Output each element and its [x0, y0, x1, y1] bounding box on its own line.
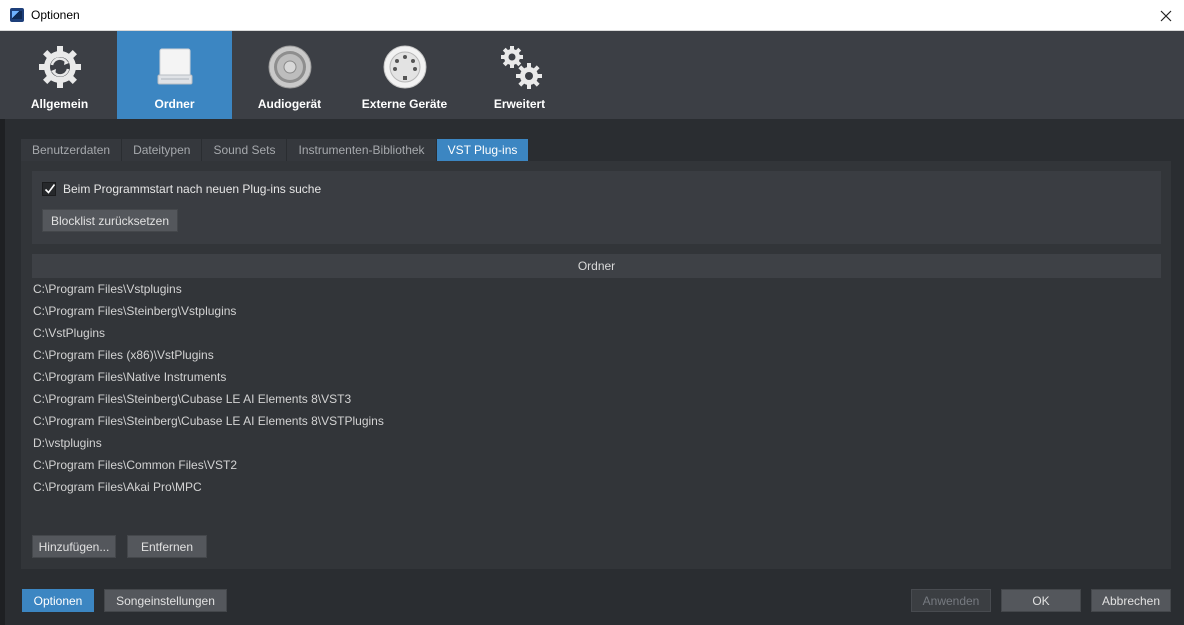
category-toolbar: Allgemein Ordner Audiogerät Externe Gerä… — [0, 31, 1184, 119]
folder-list-item[interactable]: C:\Program Files\Steinberg\Vstplugins — [33, 300, 1161, 322]
toolbar-item-externe-geraete[interactable]: Externe Geräte — [347, 31, 462, 119]
checkmark-icon — [44, 184, 56, 194]
add-folder-button[interactable]: Hinzufügen... — [32, 535, 116, 558]
toolbar-label: Allgemein — [30, 97, 89, 111]
left-edge-strip — [0, 119, 5, 625]
folder-list: C:\Program Files\Vstplugins C:\Program F… — [33, 278, 1161, 498]
scan-settings-box: Beim Programmstart nach neuen Plug-ins s… — [32, 171, 1161, 244]
folder-list-item[interactable]: C:\Program Files\Steinberg\Cubase LE AI … — [33, 388, 1161, 410]
toolbar-item-ordner[interactable]: Ordner — [117, 31, 232, 119]
tab-sound-sets[interactable]: Sound Sets — [202, 139, 288, 161]
remove-folder-button[interactable]: Entfernen — [127, 535, 207, 558]
scan-on-startup-option[interactable]: Beim Programmstart nach neuen Plug-ins s… — [42, 182, 321, 196]
apply-button[interactable]: Anwenden — [911, 589, 991, 612]
folder-tabs: Benutzerdaten Dateitypen Sound Sets Inst… — [21, 139, 530, 161]
folder-list-item[interactable]: C:\Program Files (x86)\VstPlugins — [33, 344, 1161, 366]
close-icon — [1160, 10, 1172, 21]
folder-list-item[interactable]: D:\vstplugins — [33, 432, 1161, 454]
options-button[interactable]: Optionen — [22, 589, 94, 612]
scan-on-startup-checkbox[interactable] — [42, 182, 56, 196]
folder-list-item[interactable]: C:\VstPlugins — [33, 322, 1161, 344]
tab-benutzerdaten[interactable]: Benutzerdaten — [21, 139, 123, 161]
toolbar-label: Externe Geräte — [361, 97, 448, 111]
toolbar-item-audiogeraet[interactable]: Audiogerät — [232, 31, 347, 119]
window-title: Optionen — [31, 8, 80, 22]
tab-instrumenten-bibliothek[interactable]: Instrumenten-Bibliothek — [287, 139, 437, 161]
toolbar-item-erweitert[interactable]: Erweitert — [462, 31, 577, 119]
folder-drive-icon — [157, 48, 192, 85]
ok-button[interactable]: OK — [1001, 589, 1081, 612]
folder-list-header[interactable]: Ordner — [32, 254, 1161, 278]
scan-on-startup-label: Beim Programmstart nach neuen Plug-ins s… — [63, 182, 322, 196]
toolbar-label: Audiogerät — [257, 97, 322, 111]
folder-list-item[interactable]: C:\Program Files\Vstplugins — [33, 278, 1161, 300]
gear-refresh-icon — [38, 46, 81, 88]
song-settings-button[interactable]: Songeinstellungen — [104, 589, 227, 612]
close-button[interactable] — [1148, 0, 1184, 31]
app-logo-icon — [10, 8, 24, 22]
gears-icon — [500, 46, 542, 89]
folder-list-item[interactable]: C:\Program Files\Steinberg\Cubase LE AI … — [33, 410, 1161, 432]
cancel-button[interactable]: Abbrechen — [1091, 589, 1171, 612]
reset-blocklist-button[interactable]: Blocklist zurücksetzen — [42, 209, 178, 232]
toolbar-item-allgemein[interactable]: Allgemein — [2, 31, 117, 119]
midi-connector-icon — [383, 45, 426, 89]
speaker-icon — [268, 45, 311, 89]
folder-list-item[interactable]: C:\Program Files\Native Instruments — [33, 366, 1161, 388]
folder-list-item[interactable]: C:\Program Files\Common Files\VST2 — [33, 454, 1161, 476]
toolbar-label: Ordner — [154, 97, 195, 111]
tab-vst-plugins[interactable]: VST Plug-ins — [436, 139, 530, 161]
tab-dateitypen[interactable]: Dateitypen — [122, 139, 203, 161]
window-titlebar: Optionen — [0, 0, 1184, 31]
vst-plugins-panel: Beim Programmstart nach neuen Plug-ins s… — [21, 161, 1171, 569]
folder-list-item[interactable]: C:\Program Files\Akai Pro\MPC — [33, 476, 1161, 498]
toolbar-label: Erweitert — [493, 97, 546, 111]
